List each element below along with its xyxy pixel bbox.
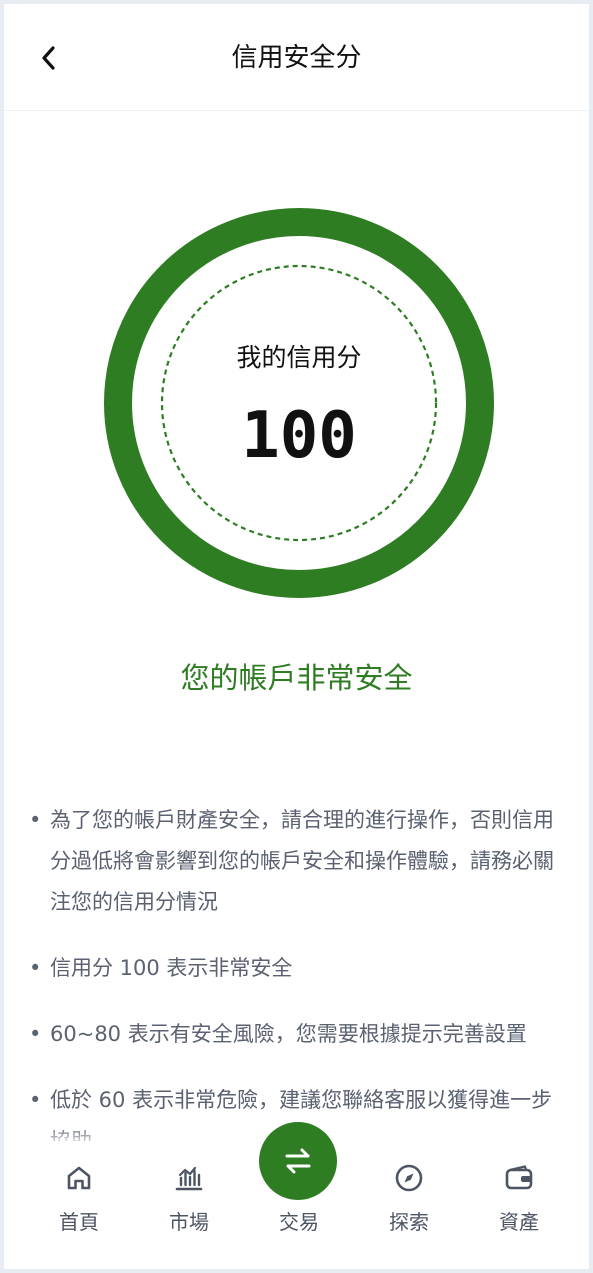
tab-trade-label: 交易 [279, 1210, 319, 1234]
list-item: • 為了您的帳戶財產安全，請合理的進行操作，否則信用分過低將會影響到您的帳戶安全… [26, 800, 571, 923]
tab-assets[interactable]: 資產 [464, 1141, 574, 1269]
score-label: 我的信用分 [236, 343, 362, 372]
bullet-dot: • [29, 1022, 42, 1046]
note-text: 60~80 表示有安全風險，您需要根據提示完善設置 [50, 1022, 527, 1046]
bullet-dot: • [29, 1088, 42, 1112]
list-item: • 60~80 表示有安全風險，您需要根據提示完善設置 [26, 1014, 571, 1055]
wallet-icon [505, 1165, 533, 1190]
tab-home[interactable]: 首頁 [24, 1141, 134, 1269]
tab-market-label: 市場 [169, 1210, 209, 1234]
trade-button[interactable] [254, 1117, 342, 1205]
account-status-text: 您的帳戶非常安全 [180, 661, 413, 695]
trade-button-circle [259, 1122, 337, 1200]
list-item: • 信用分 100 表示非常安全 [26, 948, 571, 989]
page-title: 信用安全分 [231, 43, 362, 73]
top-bar: 信用安全分 [4, 4, 589, 111]
score-value: 100 [241, 399, 357, 473]
note-text: 為了您的帳戶財產安全，請合理的進行操作，否則信用分過低將會影響到您的帳戶安全和操… [50, 808, 554, 914]
note-text: 信用分 100 表示非常安全 [50, 956, 293, 980]
tab-assets-label: 資產 [499, 1210, 539, 1234]
tab-market[interactable]: 市場 [134, 1141, 244, 1269]
compass-icon [395, 1164, 423, 1192]
app-frame: 信用安全分 我的信用分 100 您的帳戶非常安全 • 為了您的帳戶財產安全，請合… [4, 4, 589, 1269]
tab-explore[interactable]: 探索 [354, 1141, 464, 1269]
swap-arrows-icon [285, 1148, 311, 1174]
bullet-dot: • [29, 808, 42, 832]
tab-home-label: 首頁 [59, 1210, 99, 1234]
market-chart-icon [175, 1166, 203, 1191]
bullet-dot: • [29, 956, 42, 980]
tab-explore-label: 探索 [389, 1210, 429, 1234]
home-icon [67, 1166, 91, 1190]
